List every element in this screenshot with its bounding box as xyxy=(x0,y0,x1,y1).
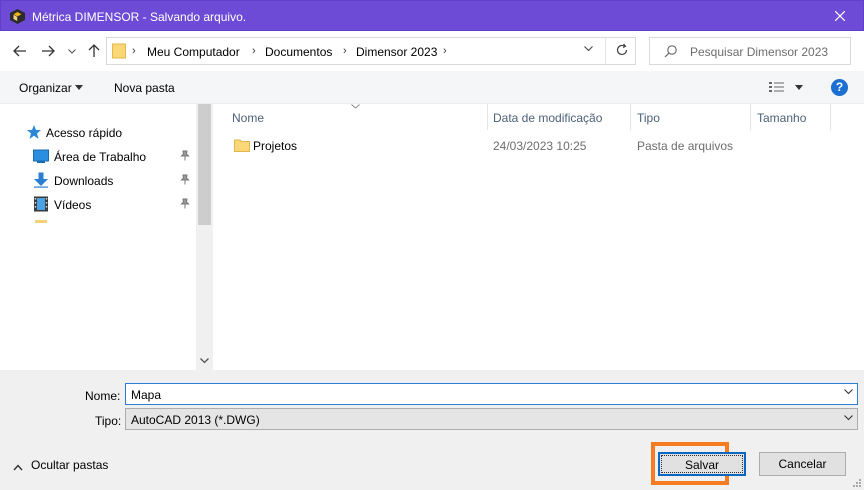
hide-folders-toggle[interactable]: Ocultar pastas xyxy=(13,458,108,474)
close-button[interactable] xyxy=(817,1,863,31)
search-icon xyxy=(664,45,677,58)
column-header-label: Tamanho xyxy=(757,111,807,125)
navigation-scrollbar[interactable] xyxy=(196,104,213,370)
arrow-up-icon xyxy=(88,44,100,57)
column-header-size[interactable]: Tamanho xyxy=(750,104,830,129)
nav-item-quick-access[interactable]: Acesso rápido xyxy=(0,121,196,143)
file-name-field[interactable] xyxy=(125,383,858,405)
download-icon xyxy=(34,172,48,188)
cancel-button-label: Cancelar xyxy=(778,457,827,471)
chevron-down-icon xyxy=(844,415,853,421)
organize-button[interactable]: Organizar xyxy=(19,81,72,95)
file-name-input[interactable] xyxy=(131,387,821,402)
nav-item-label: Acesso rápido xyxy=(46,126,123,140)
window-title: Métrica DIMENSOR - Salvando arquivo. xyxy=(32,10,247,24)
forward-button[interactable] xyxy=(40,43,56,59)
arrow-right-icon xyxy=(42,45,55,57)
resize-grip-icon[interactable] xyxy=(852,478,862,488)
desktop-icon xyxy=(33,149,49,163)
column-header-label: Tipo xyxy=(637,111,660,125)
folder-icon xyxy=(234,139,250,152)
search-placeholder: Pesquisar Dimensor 2023 xyxy=(690,45,829,59)
file-list: Nome Data de modificação Tipo Tamanho Pr… xyxy=(213,104,864,370)
nav-item-label: Vídeos xyxy=(54,198,92,212)
nav-item-label: Área de Trabalho xyxy=(54,150,147,164)
scrollbar-thumb[interactable] xyxy=(198,104,211,225)
up-button[interactable] xyxy=(86,43,102,59)
search-box[interactable]: Pesquisar Dimensor 2023 xyxy=(649,37,851,65)
breadcrumb-documentos[interactable]: Documentos xyxy=(265,45,332,59)
pin-icon[interactable] xyxy=(180,150,190,161)
videos-icon xyxy=(34,196,48,212)
caret-down-icon xyxy=(75,85,83,90)
close-icon xyxy=(835,11,845,21)
partial-nav-item xyxy=(35,220,47,223)
refresh-icon[interactable] xyxy=(615,43,629,57)
chevron-up-icon xyxy=(13,464,23,471)
hide-folders-label: Ocultar pastas xyxy=(31,458,109,472)
chevron-down-icon xyxy=(68,48,76,54)
column-header-type[interactable]: Tipo xyxy=(630,104,750,129)
breadcrumb-dimensor-2023[interactable]: Dimensor 2023 xyxy=(356,45,437,59)
breadcrumb-meu-computador[interactable]: Meu Computador xyxy=(147,45,240,59)
address-dropdown-icon[interactable] xyxy=(584,46,593,52)
pin-icon[interactable] xyxy=(180,198,190,209)
column-header-label: Nome xyxy=(232,111,265,125)
file-type-select[interactable]: AutoCAD 2013 (*.DWG) xyxy=(125,408,858,430)
breadcrumb-separator: › xyxy=(132,45,136,57)
type-label: Tipo: xyxy=(95,414,122,428)
chevron-down-icon[interactable] xyxy=(844,389,853,395)
file-name: Projetos xyxy=(253,139,298,153)
title-bar: Métrica DIMENSOR - Salvando arquivo. xyxy=(0,0,864,31)
help-button[interactable]: ? xyxy=(831,79,848,96)
column-header-date[interactable]: Data de modificação xyxy=(487,104,630,129)
nav-item-label: Downloads xyxy=(54,174,114,188)
column-header-name[interactable]: Nome xyxy=(213,104,487,129)
navigation-pane: Acesso rápido Área de Trabalho Downloads… xyxy=(0,104,196,370)
file-date: 24/03/2023 10:25 xyxy=(493,139,587,153)
file-type: Pasta de arquivos xyxy=(637,139,734,153)
arrow-left-icon xyxy=(13,45,26,57)
save-button[interactable]: Salvar xyxy=(658,452,746,476)
breadcrumb-separator: › xyxy=(252,45,256,57)
scroll-down-icon[interactable] xyxy=(200,358,209,364)
column-header-label: Data de modificação xyxy=(493,111,603,125)
new-folder-button[interactable]: Nova pasta xyxy=(114,81,175,95)
file-row[interactable]: Projetos 24/03/2023 10:25 Pasta de arqui… xyxy=(213,135,864,157)
pin-icon[interactable] xyxy=(180,174,190,185)
nav-item-videos[interactable]: Vídeos xyxy=(0,193,196,215)
caret-down-icon[interactable] xyxy=(795,85,803,90)
star-icon xyxy=(27,125,41,139)
breadcrumb-separator: › xyxy=(443,45,447,57)
name-label: Nome: xyxy=(85,389,121,403)
nav-item-downloads[interactable]: Downloads xyxy=(0,169,196,191)
app-icon xyxy=(10,9,25,24)
view-options-icon[interactable] xyxy=(768,80,786,94)
back-button[interactable] xyxy=(12,43,28,59)
nav-item-desktop[interactable]: Área de Trabalho xyxy=(0,145,196,167)
save-button-label: Salvar xyxy=(684,458,719,472)
folder-icon xyxy=(112,43,126,59)
breadcrumb-separator: › xyxy=(343,45,347,57)
cancel-button[interactable]: Cancelar xyxy=(759,452,846,476)
help-icon: ? xyxy=(835,80,844,94)
address-bar[interactable]: › Meu Computador › Documentos › Dimensor… xyxy=(106,37,636,65)
recent-locations-button[interactable] xyxy=(64,43,80,59)
file-type-value: AutoCAD 2013 (*.DWG) xyxy=(131,413,260,427)
command-bar: Organizar Nova pasta ? xyxy=(0,71,864,104)
